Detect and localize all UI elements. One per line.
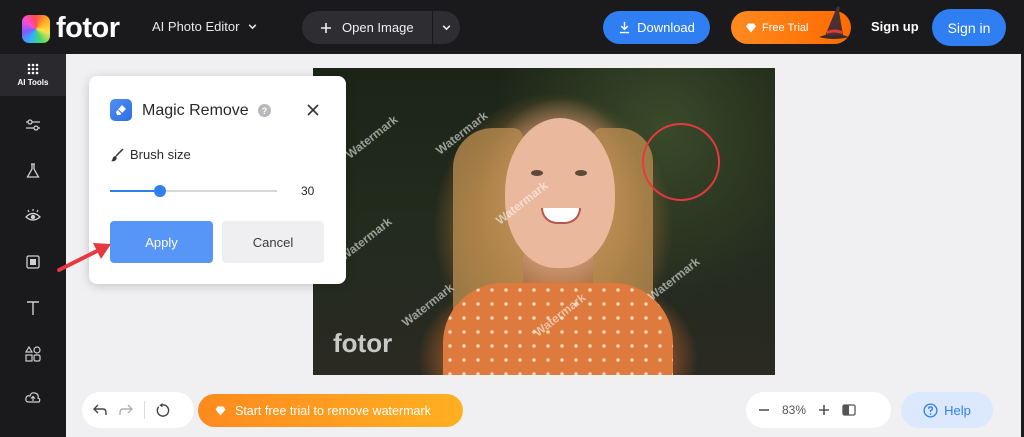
diamond-icon (746, 23, 756, 32)
annotation-circle (642, 123, 720, 201)
annotation-arrow-icon (57, 243, 111, 272)
help-label: Help (944, 402, 971, 418)
beauty-flask-icon[interactable] (24, 162, 42, 180)
open-image-button[interactable]: Open Image (302, 11, 460, 44)
grid-dots-icon (27, 63, 39, 75)
eye-icon[interactable] (24, 207, 42, 225)
compare-icon[interactable] (842, 403, 856, 417)
brush-size-label: Brush size (130, 147, 191, 162)
panel-title: Magic Remove (142, 102, 249, 119)
sidebar-item-ai-tools[interactable]: AI Tools (0, 54, 66, 96)
open-image-main[interactable]: Open Image (302, 20, 432, 35)
edited-photo[interactable]: Watermark Watermark Watermark Watermark … (313, 68, 775, 375)
top-bar: fotor AI Photo Editor Open Image Downloa… (0, 0, 1024, 54)
slider-thumb[interactable] (154, 185, 166, 197)
history-controls (82, 392, 194, 428)
text-icon[interactable] (24, 299, 42, 317)
logo-mark-icon (22, 14, 50, 43)
zoom-in-icon[interactable] (818, 404, 830, 416)
download-button[interactable]: Download (603, 11, 710, 44)
editor-menu-label: AI Photo Editor (152, 19, 240, 34)
witch-hat-icon (819, 6, 849, 39)
redo-icon[interactable] (118, 403, 134, 417)
cloud-upload-icon[interactable] (24, 388, 42, 406)
fotor-watermark: fotor (333, 328, 393, 358)
free-trial-button[interactable]: Free Trial (731, 6, 851, 44)
elements-icon[interactable] (24, 345, 42, 363)
help-circle-icon (923, 402, 938, 418)
fotor-logo[interactable]: fotor (22, 12, 120, 45)
help-button[interactable]: Help (901, 392, 993, 428)
apply-button[interactable]: Apply (110, 221, 213, 263)
sign-in-button[interactable]: Sign in (932, 9, 1006, 46)
open-image-dropdown[interactable] (433, 22, 460, 33)
close-icon[interactable] (306, 103, 320, 117)
open-image-label: Open Image (342, 20, 414, 35)
remove-watermark-banner[interactable]: Start free trial to remove watermark (198, 394, 463, 427)
cancel-button[interactable]: Cancel (222, 221, 324, 263)
editor-menu[interactable]: AI Photo Editor (152, 19, 258, 34)
logo-text: fotor (56, 12, 120, 44)
watermark-text: Watermark (645, 254, 703, 304)
slider-fill (110, 190, 160, 192)
brush-size-row: Brush size (110, 147, 191, 162)
photo-detail (531, 170, 543, 176)
chevron-down-icon (249, 24, 257, 30)
eraser-icon (110, 99, 132, 121)
diamond-icon (215, 406, 226, 415)
zoom-level: 83% (782, 403, 807, 417)
banner-label: Start free trial to remove watermark (235, 403, 431, 418)
adjust-icon[interactable] (24, 116, 42, 134)
sidebar-item-label: AI Tools (17, 78, 49, 87)
photo-detail (575, 170, 587, 176)
free-trial-label: Free Trial (762, 21, 809, 34)
sign-up-link[interactable]: Sign up (871, 19, 919, 34)
photo-detail (443, 283, 673, 375)
brush-size-value: 30 (301, 184, 315, 198)
plus-icon (321, 22, 331, 33)
zoom-out-icon[interactable] (758, 404, 770, 416)
watermark-text: Watermark (343, 112, 401, 162)
chevron-down-icon (442, 25, 451, 31)
zoom-controls: 83% (746, 392, 891, 428)
reset-icon[interactable] (155, 402, 170, 418)
undo-icon[interactable] (92, 403, 108, 417)
download-icon (619, 21, 630, 34)
magic-remove-panel: Magic Remove ? Brush size 30 Apply Cance… (89, 76, 346, 284)
divider (144, 401, 145, 419)
brush-size-slider[interactable] (110, 185, 277, 197)
frame-icon[interactable] (24, 253, 42, 271)
download-label: Download (637, 20, 695, 35)
help-icon[interactable]: ? (258, 104, 271, 117)
brush-icon (111, 147, 124, 161)
